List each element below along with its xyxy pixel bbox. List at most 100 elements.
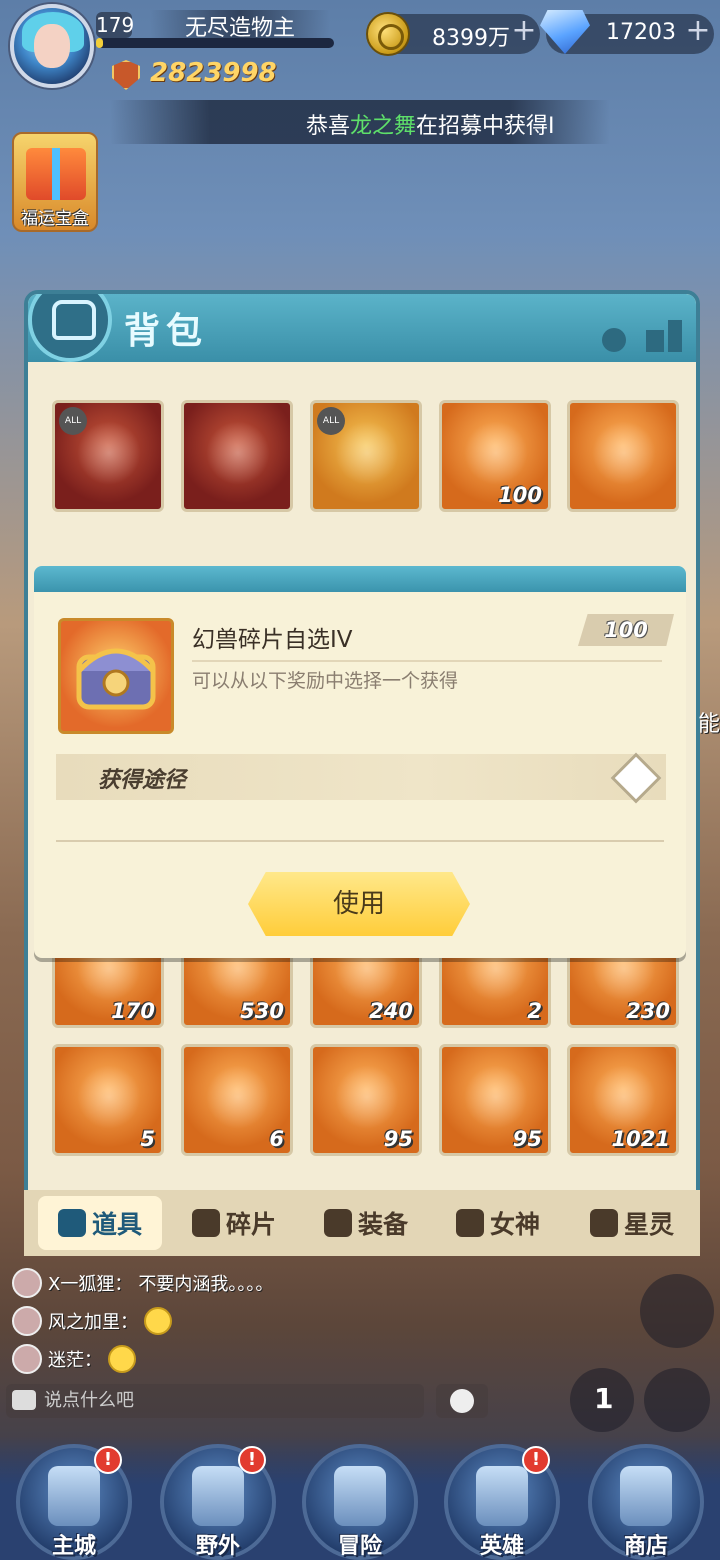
crystal-orb-icon (592, 421, 656, 485)
emoji-button[interactable] (436, 1384, 488, 1418)
red-mask-star-icon (206, 421, 270, 485)
all-tag: ALL (59, 407, 87, 435)
gold-value: 8399万 (432, 26, 510, 51)
friends-icon[interactable] (640, 1274, 714, 1348)
chat-avatar[interactable] (12, 1344, 42, 1374)
notification-badge: ! (522, 1446, 550, 1474)
ticker-prefix: 恭喜 (306, 114, 351, 139)
chat-avatar[interactable] (12, 1306, 42, 1336)
red-card-icon (77, 1065, 141, 1129)
player-name: 无尽造物主 (150, 10, 330, 41)
notification-badge: ! (238, 1446, 266, 1474)
tab-goddess[interactable]: 女神 (436, 1196, 560, 1250)
chat-message: 风之加里： (12, 1306, 172, 1336)
lucky-box-label: 福运宝盒 (21, 209, 89, 229)
chat-text: 不要内涵我。。。。 (138, 1274, 274, 1295)
add-gems-button[interactable]: + (684, 16, 712, 46)
divider (192, 660, 662, 662)
item-quantity: 240 (369, 999, 413, 1023)
fragment-icon (191, 1209, 220, 1237)
notification-badge: ! (94, 1446, 122, 1474)
exp-bar (96, 38, 334, 48)
tab-label: 碎片 (225, 1210, 276, 1239)
inventory-slot[interactable]: 6 (181, 1044, 293, 1156)
tab-equipment[interactable]: 装备 (304, 1196, 428, 1250)
backpack-title: 背包 (124, 311, 209, 352)
beast-chest-icon (464, 421, 528, 485)
item-quantity: 100 (498, 483, 542, 507)
dialog-header (34, 566, 686, 592)
backpack-tabs: 道具 碎片 装备 女神 星灵 (24, 1190, 700, 1256)
item-name: 幻兽碎片自选IV (192, 627, 353, 653)
backpack-button[interactable] (644, 1368, 710, 1432)
item-quantity: 1021 (611, 1127, 670, 1151)
partial-side-label: 能 (698, 712, 720, 737)
ticker-suffix: 在招募中获得I (416, 114, 555, 139)
nav-label: 野外 (195, 1534, 240, 1559)
tab-fragment[interactable]: 碎片 (172, 1196, 296, 1250)
item-quantity: 95 (383, 1127, 413, 1151)
gold-coin-icon (366, 12, 410, 56)
nav-label: 英雄 (479, 1534, 524, 1559)
chat-username: X一狐狸： (48, 1274, 133, 1295)
nav-building-icon (192, 1466, 244, 1526)
tab-label: 道具 (91, 1210, 142, 1239)
gem-value: 17203 (606, 20, 676, 45)
chat-avatar[interactable] (12, 1268, 42, 1298)
inventory-slot[interactable]: ALL (310, 400, 422, 512)
ship-wheel-icon (335, 1065, 399, 1129)
dark-cylinder-icon (592, 1065, 656, 1129)
inventory-slot[interactable]: 95 (439, 1044, 551, 1156)
gold-mask-5star-icon (335, 421, 399, 485)
ticker-player: 龙之舞 (350, 114, 417, 139)
item-quantity: 230 (626, 999, 670, 1023)
item-quantity: 6 (269, 1127, 284, 1151)
chat-input[interactable]: 说点什么吧 (6, 1384, 424, 1418)
inventory-slot[interactable]: 1021 (567, 1044, 679, 1156)
cat-decoration-icon (602, 320, 682, 352)
chat-username: 迷茫： (48, 1350, 102, 1371)
inventory-slot[interactable] (567, 400, 679, 512)
items-icon (57, 1209, 86, 1237)
item-quantity: 95 (512, 1127, 542, 1151)
inventory-slot[interactable]: ALL (52, 400, 164, 512)
chat-message: 迷茫： (12, 1344, 136, 1374)
chat-bubble-icon (12, 1390, 36, 1410)
beast-chest-icon (58, 618, 174, 734)
item-quantity: 170 (111, 999, 155, 1023)
chat-username: 风之加里： (48, 1312, 138, 1333)
tab-label: 女神 (489, 1210, 540, 1239)
item-quantity: 5 (140, 1127, 155, 1151)
nav-building-icon (48, 1466, 100, 1526)
tab-label: 装备 (357, 1210, 408, 1239)
combat-power: 2823998 (150, 58, 277, 88)
inventory-slot[interactable] (181, 400, 293, 512)
tab-star-spirit[interactable]: 星灵 (570, 1196, 694, 1250)
red-mask-all-icon (77, 421, 141, 485)
player-avatar[interactable] (10, 4, 94, 88)
golden-wheel-icon (206, 1065, 270, 1129)
announcement-ticker: 恭喜龙之舞在招募中获得I (110, 100, 610, 144)
inventory-slot[interactable]: 95 (310, 1044, 422, 1156)
player-level: 179 (96, 12, 135, 38)
ranking-icon[interactable]: 1 (570, 1368, 634, 1432)
use-button[interactable]: 使用 (248, 872, 470, 936)
power-shield-icon (112, 60, 140, 90)
ranking-label: 1 (594, 1382, 614, 1415)
nav-label: 商店 (623, 1534, 668, 1559)
inventory-slot[interactable]: 5 (52, 1044, 164, 1156)
item-count: 100 (578, 614, 674, 646)
divider (56, 840, 664, 842)
inventory-slot[interactable]: 100 (439, 400, 551, 512)
item-quantity: 530 (240, 999, 284, 1023)
chat-message: X一狐狸： 不要内涵我。。。。 (12, 1268, 273, 1298)
add-gold-button[interactable]: + (510, 16, 538, 46)
nav-building-icon (476, 1466, 528, 1526)
nav-label: 主城 (51, 1534, 96, 1559)
tab-items[interactable]: 道具 (38, 1196, 162, 1250)
nav-building-icon (334, 1466, 386, 1526)
all-tag: ALL (317, 407, 345, 435)
item-quantity: 2 (527, 999, 542, 1023)
star-spirit-icon (589, 1209, 618, 1237)
emoji-sticker-icon (144, 1307, 172, 1335)
